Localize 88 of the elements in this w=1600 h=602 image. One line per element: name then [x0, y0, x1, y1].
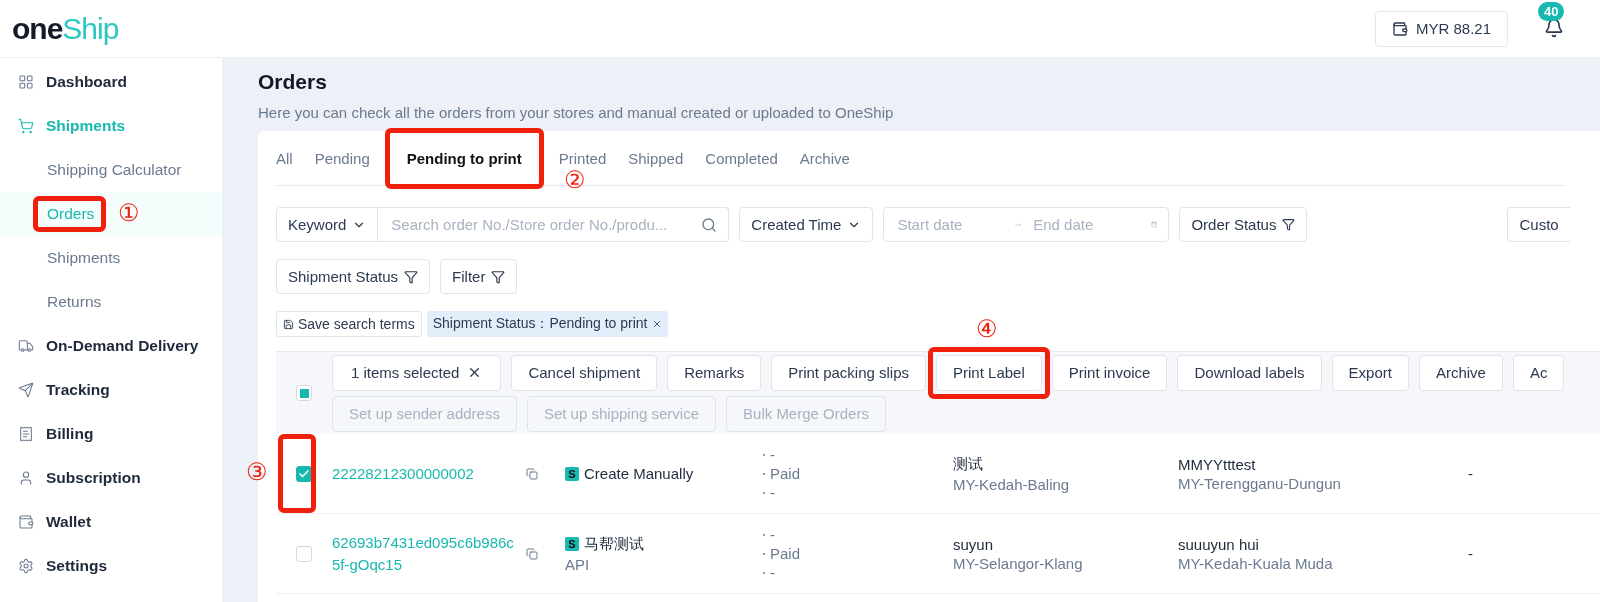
filter-icon — [404, 269, 419, 284]
tab[interactable]: Archive — [788, 149, 861, 167]
action-button[interactable]: Cancel shipment — [511, 354, 658, 391]
time-select[interactable]: Created Time — [739, 207, 874, 242]
sender-region: MY-Selangor-Klang — [953, 554, 1084, 572]
annotation-number: ④ — [976, 316, 999, 341]
custom-button[interactable]: Custo — [1507, 207, 1570, 242]
recipient-name: suuuyun hui — [1178, 535, 1260, 553]
action-button[interactable]: Remarks — [667, 354, 762, 391]
recipient-name: MMYYtttest — [1178, 455, 1257, 473]
tab[interactable]: Pending to print — [380, 149, 548, 167]
tab[interactable]: Completed — [694, 149, 789, 167]
save-icon — [283, 318, 294, 330]
tab[interactable]: Pending — [303, 149, 381, 167]
action-button[interactable]: Ac — [1512, 354, 1565, 391]
recipient-region: MY-Kedah-Kuala Muda — [1178, 554, 1334, 572]
action-button[interactable]: Export — [1331, 354, 1409, 391]
sidebar-item[interactable]: Wallet — [0, 500, 222, 544]
tab[interactable]: All — [276, 149, 304, 167]
save-search-button[interactable]: Save search terms — [276, 311, 422, 337]
selection-button[interactable]: 1 items selected — [332, 354, 502, 391]
sidebar-item[interactable]: Shipments — [0, 236, 222, 280]
sidebar-item[interactable]: Returns — [0, 280, 222, 324]
keyword-select[interactable]: Keyword — [276, 207, 379, 242]
store-name: Create Manually — [584, 465, 694, 482]
sender-region: MY-Kedah-Baling — [953, 475, 1071, 493]
filter-button[interactable]: Filter — [440, 259, 518, 294]
action-button[interactable]: Download labels — [1177, 354, 1322, 391]
action-button[interactable]: Print invoice — [1051, 354, 1168, 391]
sender-name: suyun — [953, 535, 995, 553]
recipient-region: MY-Terengganu-Dungun — [1178, 474, 1342, 492]
annotation-number: ② — [563, 167, 586, 192]
payment-status: - — [770, 446, 775, 463]
row-checkbox[interactable] — [296, 465, 312, 482]
store-name: 马帮测试 — [584, 534, 644, 554]
sidebar-item[interactable]: On-Demand Delivery — [0, 324, 222, 368]
filter-icon — [491, 269, 506, 284]
tag-text: Shipment Status：Pending to print — [432, 315, 648, 333]
sidebar-item[interactable]: Billing — [0, 412, 222, 456]
cart-icon — [18, 118, 34, 134]
close-icon[interactable] — [651, 319, 662, 329]
copy-icon[interactable] — [526, 547, 538, 560]
payment-status: - — [770, 484, 775, 501]
action-button[interactable]: Archive — [1418, 354, 1503, 391]
annotation-number: ③ — [246, 460, 268, 484]
grid-icon — [18, 74, 34, 90]
sidebar-item[interactable]: Orders ① — [0, 192, 222, 236]
payment-status: - — [770, 564, 775, 581]
order-status-filter[interactable]: Order Status — [1179, 207, 1308, 242]
action-button[interactable]: Print packing slips — [771, 354, 927, 391]
date-range-field[interactable]: Start date End date — [883, 207, 1170, 242]
wallet-balance-button[interactable]: MYR 88.21 — [1374, 10, 1508, 47]
sidebar-item[interactable]: Tracking — [0, 368, 222, 412]
table-cell-text: - — [1468, 545, 1474, 562]
sidebar-item[interactable]: Shipping Calculator — [0, 148, 222, 192]
payment-status: - — [770, 526, 775, 543]
shipment-status-filter[interactable]: Shipment Status — [276, 259, 431, 294]
select-all-checkbox[interactable] — [296, 385, 312, 401]
store-badge: S — [565, 537, 579, 551]
annotation-number: ① — [118, 201, 141, 225]
wallet-icon — [1391, 20, 1408, 37]
payment-status: Paid — [770, 465, 801, 482]
store-source: API — [565, 555, 591, 573]
page-subtitle: Here you can check all the orders from your stores and manual created or uploaded to OneShip — [258, 104, 895, 121]
logo: oneShip — [12, 11, 119, 46]
send-icon — [18, 382, 34, 398]
search-field[interactable]: Search order No./Store order No./produ... — [378, 207, 730, 242]
receipt-icon — [18, 426, 34, 442]
filter-icon — [1282, 218, 1296, 231]
truck-icon — [18, 338, 34, 354]
sidebar-item[interactable]: Subscription — [0, 456, 222, 500]
row-checkbox[interactable] — [296, 545, 312, 562]
user-icon — [18, 470, 34, 486]
wallet-icon — [18, 514, 34, 530]
search-icon — [701, 216, 718, 233]
sidebar-item[interactable]: Dashboard — [0, 60, 222, 104]
action-button[interactable]: Print Label — [936, 354, 1042, 391]
sidebar-item[interactable]: Settings — [0, 544, 222, 588]
tab[interactable]: Printed — [547, 149, 618, 167]
payment-status: Paid — [770, 545, 801, 562]
table-cell-text: - — [1468, 465, 1474, 482]
settings-icon — [18, 558, 34, 574]
notification-count: 40 — [1538, 1, 1565, 21]
copy-icon[interactable] — [526, 467, 538, 480]
sender-name: 测试 — [953, 454, 984, 474]
store-badge: S — [565, 466, 579, 481]
page-title: Orders — [258, 70, 328, 94]
tab[interactable]: Shipped — [617, 149, 695, 167]
